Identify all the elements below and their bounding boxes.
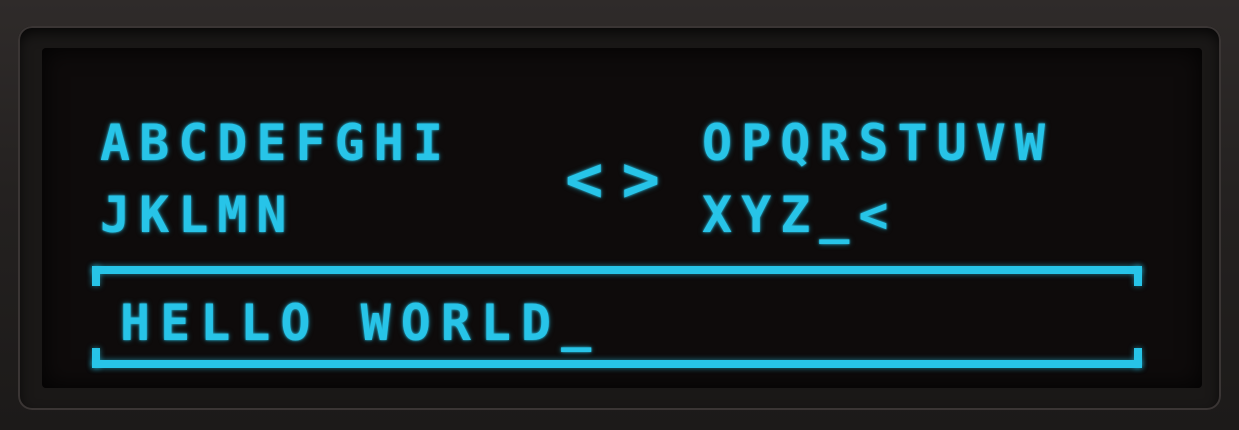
device-body: ABCDEFGHI JKLMN <> OPQRSTUVW XYZ_< HELLO… bbox=[0, 0, 1239, 430]
keyboard-row-a-i[interactable]: ABCDEFGHI bbox=[100, 118, 452, 168]
keyboard-row-j-n[interactable]: JKLMN bbox=[100, 190, 296, 240]
input-field-corner bbox=[1134, 266, 1142, 286]
keyboard-row-o-w[interactable]: OPQRSTUVW bbox=[702, 118, 1054, 168]
cursor-move-arrows[interactable]: <> bbox=[565, 148, 678, 212]
input-field-corner bbox=[92, 266, 100, 286]
keyboard-row-x-backspace[interactable]: XYZ_< bbox=[702, 190, 898, 240]
input-field-top-border bbox=[92, 266, 1142, 274]
text-input-value[interactable]: HELLO WORLD_ bbox=[120, 298, 601, 348]
input-field-bottom-border bbox=[92, 360, 1142, 368]
